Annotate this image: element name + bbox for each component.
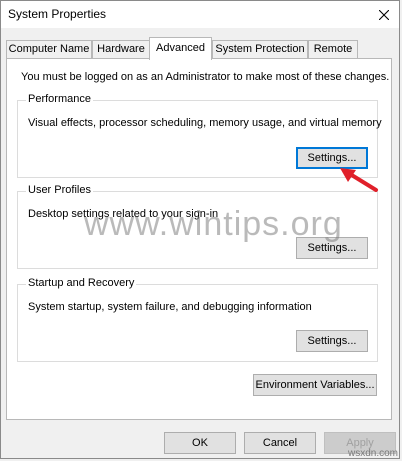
cancel-button[interactable]: Cancel — [244, 432, 316, 454]
tab-system-protection[interactable]: System Protection — [212, 40, 308, 58]
tab-label: Hardware — [97, 43, 145, 55]
user-profiles-description: Desktop settings related to your sign-in — [28, 208, 219, 220]
tab-remote[interactable]: Remote — [308, 40, 358, 58]
system-properties-window: System Properties Computer Name Hardware… — [0, 0, 400, 459]
tab-label: Advanced — [156, 42, 205, 54]
tab-advanced[interactable]: Advanced — [149, 37, 212, 60]
user-profiles-title: User Profiles — [26, 184, 93, 196]
window-title: System Properties — [8, 7, 107, 21]
tab-hardware[interactable]: Hardware — [92, 40, 150, 58]
user-profiles-settings-button[interactable]: Settings... — [296, 237, 368, 259]
admin-notice: You must be logged on as an Administrato… — [21, 71, 390, 83]
startup-recovery-settings-button[interactable]: Settings... — [296, 330, 368, 352]
brand-watermark: wsxdn.com — [347, 448, 398, 459]
environment-variables-button[interactable]: Environment Variables... — [253, 374, 377, 396]
performance-settings-button[interactable]: Settings... — [296, 147, 368, 169]
performance-title: Performance — [26, 93, 93, 105]
tab-label: System Protection — [215, 43, 305, 55]
close-button[interactable] — [369, 1, 399, 28]
startup-recovery-title: Startup and Recovery — [26, 277, 137, 289]
startup-recovery-description: System startup, system failure, and debu… — [28, 301, 312, 313]
title-bar: System Properties — [1, 1, 399, 28]
performance-description: Visual effects, processor scheduling, me… — [28, 117, 382, 129]
tab-label: Remote — [313, 43, 353, 55]
close-icon — [379, 9, 389, 20]
tab-label: Computer Name — [8, 43, 90, 55]
ok-button[interactable]: OK — [164, 432, 236, 454]
tab-computer-name[interactable]: Computer Name — [6, 40, 92, 58]
